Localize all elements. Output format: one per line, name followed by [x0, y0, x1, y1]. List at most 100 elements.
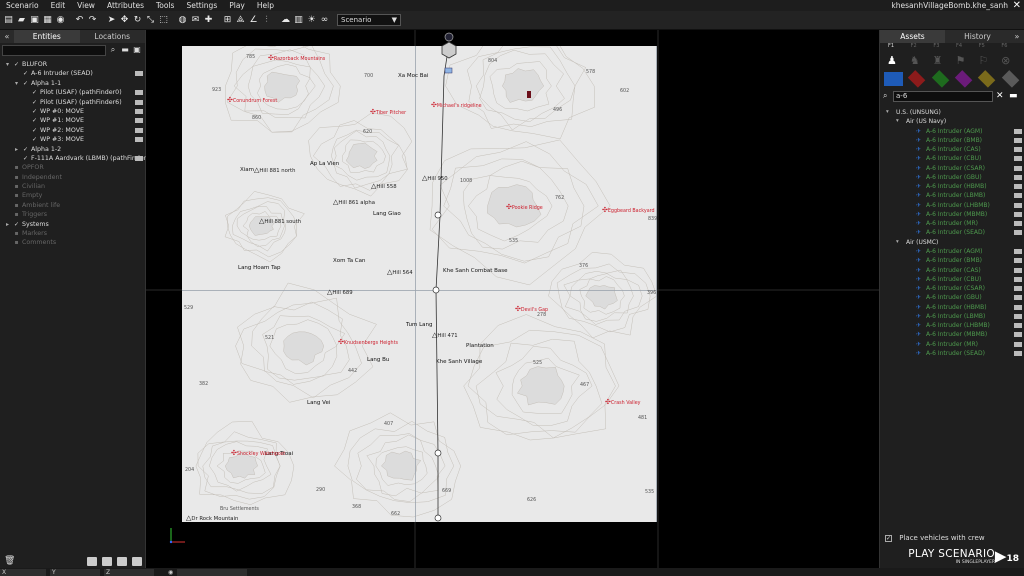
expand-all-icon[interactable]: ▣	[132, 45, 142, 55]
entity-tree-row[interactable]: ▪ Empty	[0, 191, 145, 200]
markers-icon[interactable]: ⚐	[978, 54, 1001, 67]
visibility-checkbox-icon[interactable]: ✓	[22, 80, 29, 87]
asset-item[interactable]: ✈ A-6 Intruder (BMB)	[880, 256, 1024, 265]
expand-arrow-icon[interactable]: ▾	[15, 79, 18, 88]
coord-x-field[interactable]: X	[0, 568, 46, 576]
asset-item[interactable]: ✈ A-6 Intruder (LHBMB)	[880, 321, 1024, 330]
asset-item[interactable]: ✈ A-6 Intruder (CAS)	[880, 145, 1024, 154]
play-scenario-button[interactable]: PLAY SCENARIO IN SINGLEPLAYER ▶18	[883, 546, 1023, 568]
asset-group[interactable]: ▾ Air (US Navy)	[880, 117, 1024, 126]
map-hill-marker[interactable]: △Hill 471	[432, 331, 458, 339]
menu-help[interactable]: Help	[251, 0, 280, 11]
aircraft-marker[interactable]	[439, 30, 459, 70]
asset-item[interactable]: ✈ A-6 Intruder (SEAD)	[880, 228, 1024, 237]
collapse-left-icon[interactable]: «	[0, 30, 14, 43]
expand-arrow-icon[interactable]: ▾	[6, 60, 9, 69]
entity-tree-row[interactable]: ✓ WP #1: MOVE	[0, 116, 145, 125]
entity-tree-row[interactable]: ▪ Independent	[0, 173, 145, 182]
asset-item[interactable]: ✈ A-6 Intruder (CSAR)	[880, 164, 1024, 173]
entity-tree-row[interactable]: ▪ Civilian	[0, 182, 145, 191]
open-folder-icon[interactable]: ▰	[16, 15, 27, 26]
redo-icon[interactable]: ↷	[87, 15, 98, 26]
map-red-marker[interactable]: ✣Conundrum Forest	[227, 96, 277, 104]
asset-item[interactable]: ✈ A-6 Intruder (HBMB)	[880, 182, 1024, 191]
new-layer-icon[interactable]	[102, 556, 112, 566]
collapse-all-icon[interactable]: ▬	[1009, 91, 1019, 102]
entity-tree-row[interactable]: ▪ OPFOR	[0, 163, 145, 172]
menu-tools[interactable]: Tools	[150, 0, 180, 11]
asset-item[interactable]: ✈ A-6 Intruder (LBMB)	[880, 312, 1024, 321]
asset-item[interactable]: ✈ A-6 Intruder (AGM)	[880, 247, 1024, 256]
expand-arrow-icon[interactable]: ▸	[15, 145, 18, 154]
asset-item[interactable]: ✈ A-6 Intruder (SEAD)	[880, 349, 1024, 358]
visibility-checkbox-icon[interactable]: ▪	[13, 202, 20, 209]
side-civilian-button[interactable]	[954, 70, 973, 88]
entities-search-input[interactable]	[2, 44, 106, 56]
asset-item[interactable]: ✈ A-6 Intruder (CSAR)	[880, 284, 1024, 293]
asset-item[interactable]: ✈ A-6 Intruder (GBU)	[880, 293, 1024, 302]
weather-icon[interactable]: ☁	[280, 15, 291, 26]
map-red-marker[interactable]: ✣Crash Valley	[605, 398, 641, 406]
map-hill-marker[interactable]: △Hill 881 south	[259, 217, 301, 225]
folder-icon[interactable]	[117, 556, 127, 566]
visibility-checkbox-icon[interactable]: ✓	[22, 146, 29, 153]
coord-z-field[interactable]: Z	[104, 568, 154, 576]
entity-tree-row[interactable]: ✓ A-6 Intruder (SEAD)	[0, 69, 145, 78]
menu-edit[interactable]: Edit	[45, 0, 72, 11]
fkey-f4[interactable]: F4	[956, 43, 979, 51]
terrain-map[interactable]: Xa Moc Bai Xiam Ap La Vien Lang Giao Xom Ta …	[182, 46, 657, 522]
select-cursor-icon[interactable]: ➤	[106, 15, 117, 26]
entity-tree-row[interactable]: ✓ F-111A Aardvark (LBMB) (pathFinder)	[0, 154, 149, 163]
visibility-checkbox-icon[interactable]: ✓	[31, 127, 38, 134]
close-icon[interactable]: ✕	[1013, 0, 1021, 11]
vertical-snap-icon[interactable]: ⫶	[261, 15, 272, 26]
side-opfor-button[interactable]	[908, 70, 926, 88]
new-file-icon[interactable]: ▤	[3, 15, 14, 26]
entity-tree-row[interactable]: ▸ ✓ Systems	[0, 220, 145, 229]
side-other-button[interactable]	[1001, 70, 1020, 88]
side-blufor-button[interactable]	[884, 72, 904, 86]
entity-tree-row[interactable]: ▪ Comments	[0, 238, 145, 247]
map-hill-marker[interactable]: △Hill 558	[371, 182, 397, 190]
undo-icon[interactable]: ↶	[74, 15, 85, 26]
entity-tree-row[interactable]: ✓ Pilot (USAF) (pathFinder0)	[0, 88, 145, 97]
visibility-checkbox-icon[interactable]: ▪	[13, 239, 20, 246]
visibility-checkbox-icon[interactable]: ▪	[13, 211, 20, 218]
camera-icon[interactable]	[132, 556, 142, 566]
map-red-marker[interactable]: ✣Eggbeard Backyard	[602, 206, 655, 214]
map-hill-marker[interactable]: △Dr Rock Mountain	[186, 514, 238, 522]
visibility-checkbox-icon[interactable]: ✓	[31, 99, 38, 106]
visibility-checkbox-icon[interactable]: ▪	[13, 192, 20, 199]
search-icon[interactable]: ⌕	[883, 91, 893, 101]
tab-locations[interactable]: Locations	[80, 30, 146, 43]
menu-scenario[interactable]: Scenario	[0, 0, 45, 11]
map-hill-marker[interactable]: △Hill 950	[422, 174, 448, 182]
assets-search-input[interactable]: a-6	[893, 90, 993, 102]
map-viewport[interactable]: Xa Moc Bai Xiam Ap La Vien Lang Giao Xom Ta …	[146, 30, 879, 568]
angle-icon[interactable]: ∠	[248, 15, 259, 26]
collapse-all-icon[interactable]: ▬	[120, 45, 130, 55]
plus-icon[interactable]: ✚	[203, 15, 214, 26]
asset-item[interactable]: ✈ A-6 Intruder (CBU)	[880, 275, 1024, 284]
asset-item[interactable]: ✈ A-6 Intruder (CBU)	[880, 154, 1024, 163]
visibility-checkbox-icon[interactable]: ✓	[31, 89, 38, 96]
map-hill-marker[interactable]: △Hill 881 north	[254, 166, 295, 174]
asset-item[interactable]: ✈ A-6 Intruder (AGM)	[880, 127, 1024, 136]
visibility-checkbox-icon[interactable]: ▪	[13, 230, 20, 237]
globe-icon[interactable]: ◍	[177, 15, 188, 26]
entity-tree-row[interactable]: ▪ Markers	[0, 229, 145, 238]
collapse-right-icon[interactable]: »	[1010, 30, 1024, 43]
visibility-checkbox-icon[interactable]: ▪	[13, 174, 20, 181]
mail-icon[interactable]: ✉	[190, 15, 201, 26]
visibility-checkbox-icon[interactable]: ▪	[13, 183, 20, 190]
scale-icon[interactable]: ⤡	[145, 15, 156, 26]
side-independent-button[interactable]	[931, 70, 950, 88]
visibility-checkbox-icon[interactable]: ✓	[22, 70, 29, 77]
asset-item[interactable]: ✈ A-6 Intruder (MBMB)	[880, 330, 1024, 339]
entity-tree-row[interactable]: ✓ WP #3: MOVE	[0, 135, 145, 144]
asset-item[interactable]: ✈ A-6 Intruder (CAS)	[880, 266, 1024, 275]
new-folder-icon[interactable]	[87, 556, 97, 566]
units-icon[interactable]: ♟	[887, 54, 910, 67]
modules-icon[interactable]: ♜	[933, 54, 956, 67]
tab-assets[interactable]: Assets	[880, 30, 945, 43]
